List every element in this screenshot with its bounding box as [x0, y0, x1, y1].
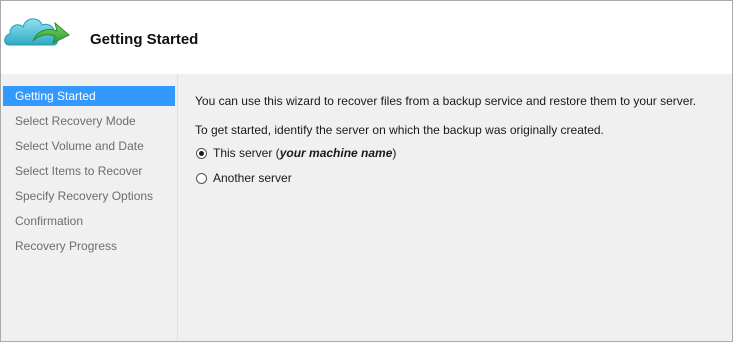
this-server-label: This server (	[213, 146, 280, 160]
step-select-recovery-mode[interactable]: Select Recovery Mode	[1, 111, 177, 131]
wizard-steps-sidebar: Getting Started Select Recovery Mode Sel…	[1, 74, 178, 341]
step-confirmation[interactable]: Confirmation	[1, 211, 177, 231]
another-server-radio[interactable]	[196, 172, 207, 184]
another-server-option[interactable]: Another server	[196, 171, 292, 185]
wizard-content: You can use this wizard to recover files…	[178, 74, 732, 341]
cloud-arrow-icon	[4, 18, 70, 46]
this-server-option[interactable]: This server ( your machine name )	[196, 146, 396, 160]
recover-data-wizard-window: Getting Started Getting Started Select R…	[0, 0, 733, 342]
machine-name-close-paren: )	[392, 146, 397, 160]
this-server-radio[interactable]	[196, 147, 207, 159]
another-server-label: Another server	[213, 171, 292, 185]
page-title: Getting Started	[90, 31, 199, 48]
step-specify-recovery-options[interactable]: Specify Recovery Options	[1, 186, 177, 206]
wizard-header: Getting Started	[1, 1, 732, 74]
step-recovery-progress[interactable]: Recovery Progress	[1, 236, 177, 256]
step-select-volume-and-date[interactable]: Select Volume and Date	[1, 136, 177, 156]
radio-selected-dot	[199, 150, 204, 156]
machine-name: your machine name	[279, 146, 393, 160]
intro-text: You can use this wizard to recover files…	[195, 94, 697, 108]
step-getting-started[interactable]: Getting Started	[3, 86, 175, 106]
step-select-items-to-recover[interactable]: Select Items to Recover	[1, 161, 177, 181]
server-prompt-text: To get started, identify the server on w…	[195, 123, 604, 137]
